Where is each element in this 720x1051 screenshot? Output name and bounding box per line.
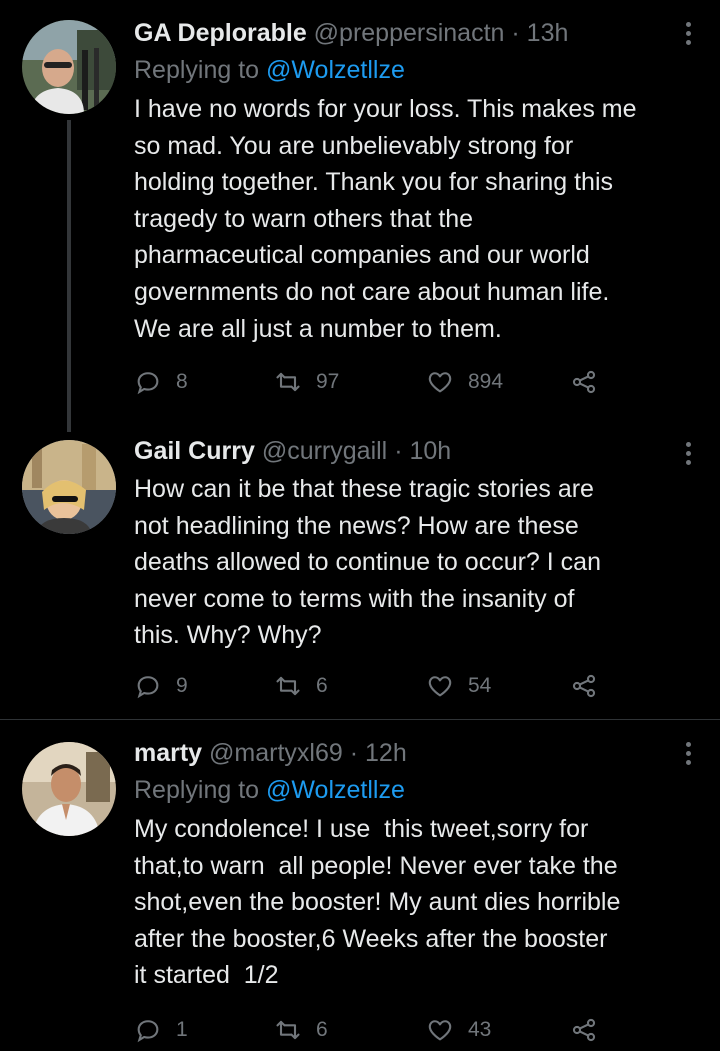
share-button[interactable]: [570, 670, 598, 702]
replying-to: Replying to @Wolzetllze: [134, 773, 700, 807]
tweet-actions: 9 6 54: [134, 670, 614, 702]
reply-count: 8: [176, 370, 188, 393]
avatar[interactable]: [22, 440, 116, 534]
separator-dot: ·: [511, 19, 520, 47]
replying-to-label: Replying to: [134, 56, 267, 84]
like-button[interactable]: 54: [426, 670, 491, 702]
tweet[interactable]: marty @martyxl69 · 12h Replying to @Wolz…: [0, 720, 720, 1051]
share-icon: [572, 674, 596, 698]
avatar[interactable]: [22, 20, 116, 114]
reply-button[interactable]: 8: [134, 366, 188, 398]
reply-icon: [137, 1020, 159, 1043]
tweet-header: marty @martyxl69 · 12h: [134, 736, 700, 770]
avatar[interactable]: [22, 742, 116, 836]
like-count: 43: [468, 1018, 492, 1041]
tweet-header: Gail Curry @currygaill · 10h: [134, 434, 700, 468]
reply-count: 9: [176, 674, 188, 697]
user-handle[interactable]: @currygaill: [262, 437, 387, 465]
retweet-icon: [276, 1020, 300, 1040]
tweet[interactable]: GA Deplorable @preppersinactn · 13h Repl…: [0, 0, 720, 432]
share-button[interactable]: [570, 1014, 598, 1046]
tweet-header: GA Deplorable @preppersinactn · 13h: [134, 16, 700, 50]
reply-button[interactable]: 9: [134, 670, 188, 702]
retweet-icon: [276, 676, 300, 696]
retweet-count: 97: [316, 370, 340, 393]
tweet-actions: 8 97 894: [134, 366, 614, 398]
heart-icon: [428, 1020, 452, 1041]
like-button[interactable]: 894: [426, 366, 503, 398]
more-options-icon[interactable]: [686, 742, 692, 766]
retweet-icon: [276, 372, 300, 392]
retweet-button[interactable]: 97: [274, 366, 339, 398]
tweet[interactable]: Gail Curry @currygaill · 10h How can it …: [0, 430, 720, 720]
share-button[interactable]: [570, 366, 598, 398]
reply-count: 1: [176, 1018, 188, 1041]
timestamp[interactable]: 13h: [527, 19, 569, 47]
display-name[interactable]: Gail Curry: [134, 437, 255, 465]
user-handle[interactable]: @martyxl69: [209, 739, 343, 767]
separator-dot: ·: [394, 437, 403, 465]
retweet-button[interactable]: 6: [274, 670, 328, 702]
tweet-text: My condolence! I use this tweet,sorry fo…: [134, 815, 621, 990]
reply-button[interactable]: 1: [134, 1014, 188, 1046]
more-options-icon[interactable]: [686, 442, 692, 466]
heart-icon: [428, 372, 452, 393]
timestamp[interactable]: 12h: [365, 739, 407, 767]
user-handle[interactable]: @preppersinactn: [314, 19, 505, 47]
reply-icon: [137, 676, 159, 699]
display-name[interactable]: marty: [134, 739, 202, 767]
retweet-count: 6: [316, 1018, 328, 1041]
like-count: 54: [468, 674, 492, 697]
replying-to-label: Replying to: [134, 776, 267, 804]
tweet-text: How can it be that these tragic stories …: [134, 475, 601, 650]
reply-icon: [137, 372, 159, 395]
tweet-actions: 1 6 43: [134, 1014, 614, 1046]
mention-link[interactable]: @Wolzetllze: [266, 56, 405, 84]
heart-icon: [428, 676, 452, 697]
retweet-count: 6: [316, 674, 328, 697]
mention-link[interactable]: @Wolzetllze: [266, 776, 405, 804]
share-icon: [572, 1018, 596, 1042]
display-name[interactable]: GA Deplorable: [134, 19, 307, 47]
more-options-icon[interactable]: [686, 22, 692, 46]
tweet-text: I have no words for your loss. This make…: [134, 95, 637, 343]
like-button[interactable]: 43: [426, 1014, 491, 1046]
timestamp[interactable]: 10h: [409, 437, 451, 465]
thread-line: [67, 120, 71, 432]
like-count: 894: [468, 370, 504, 393]
retweet-button[interactable]: 6: [274, 1014, 328, 1046]
separator-dot: ·: [349, 739, 359, 767]
share-icon: [572, 370, 596, 394]
replying-to: Replying to @Wolzetllze: [134, 53, 700, 87]
